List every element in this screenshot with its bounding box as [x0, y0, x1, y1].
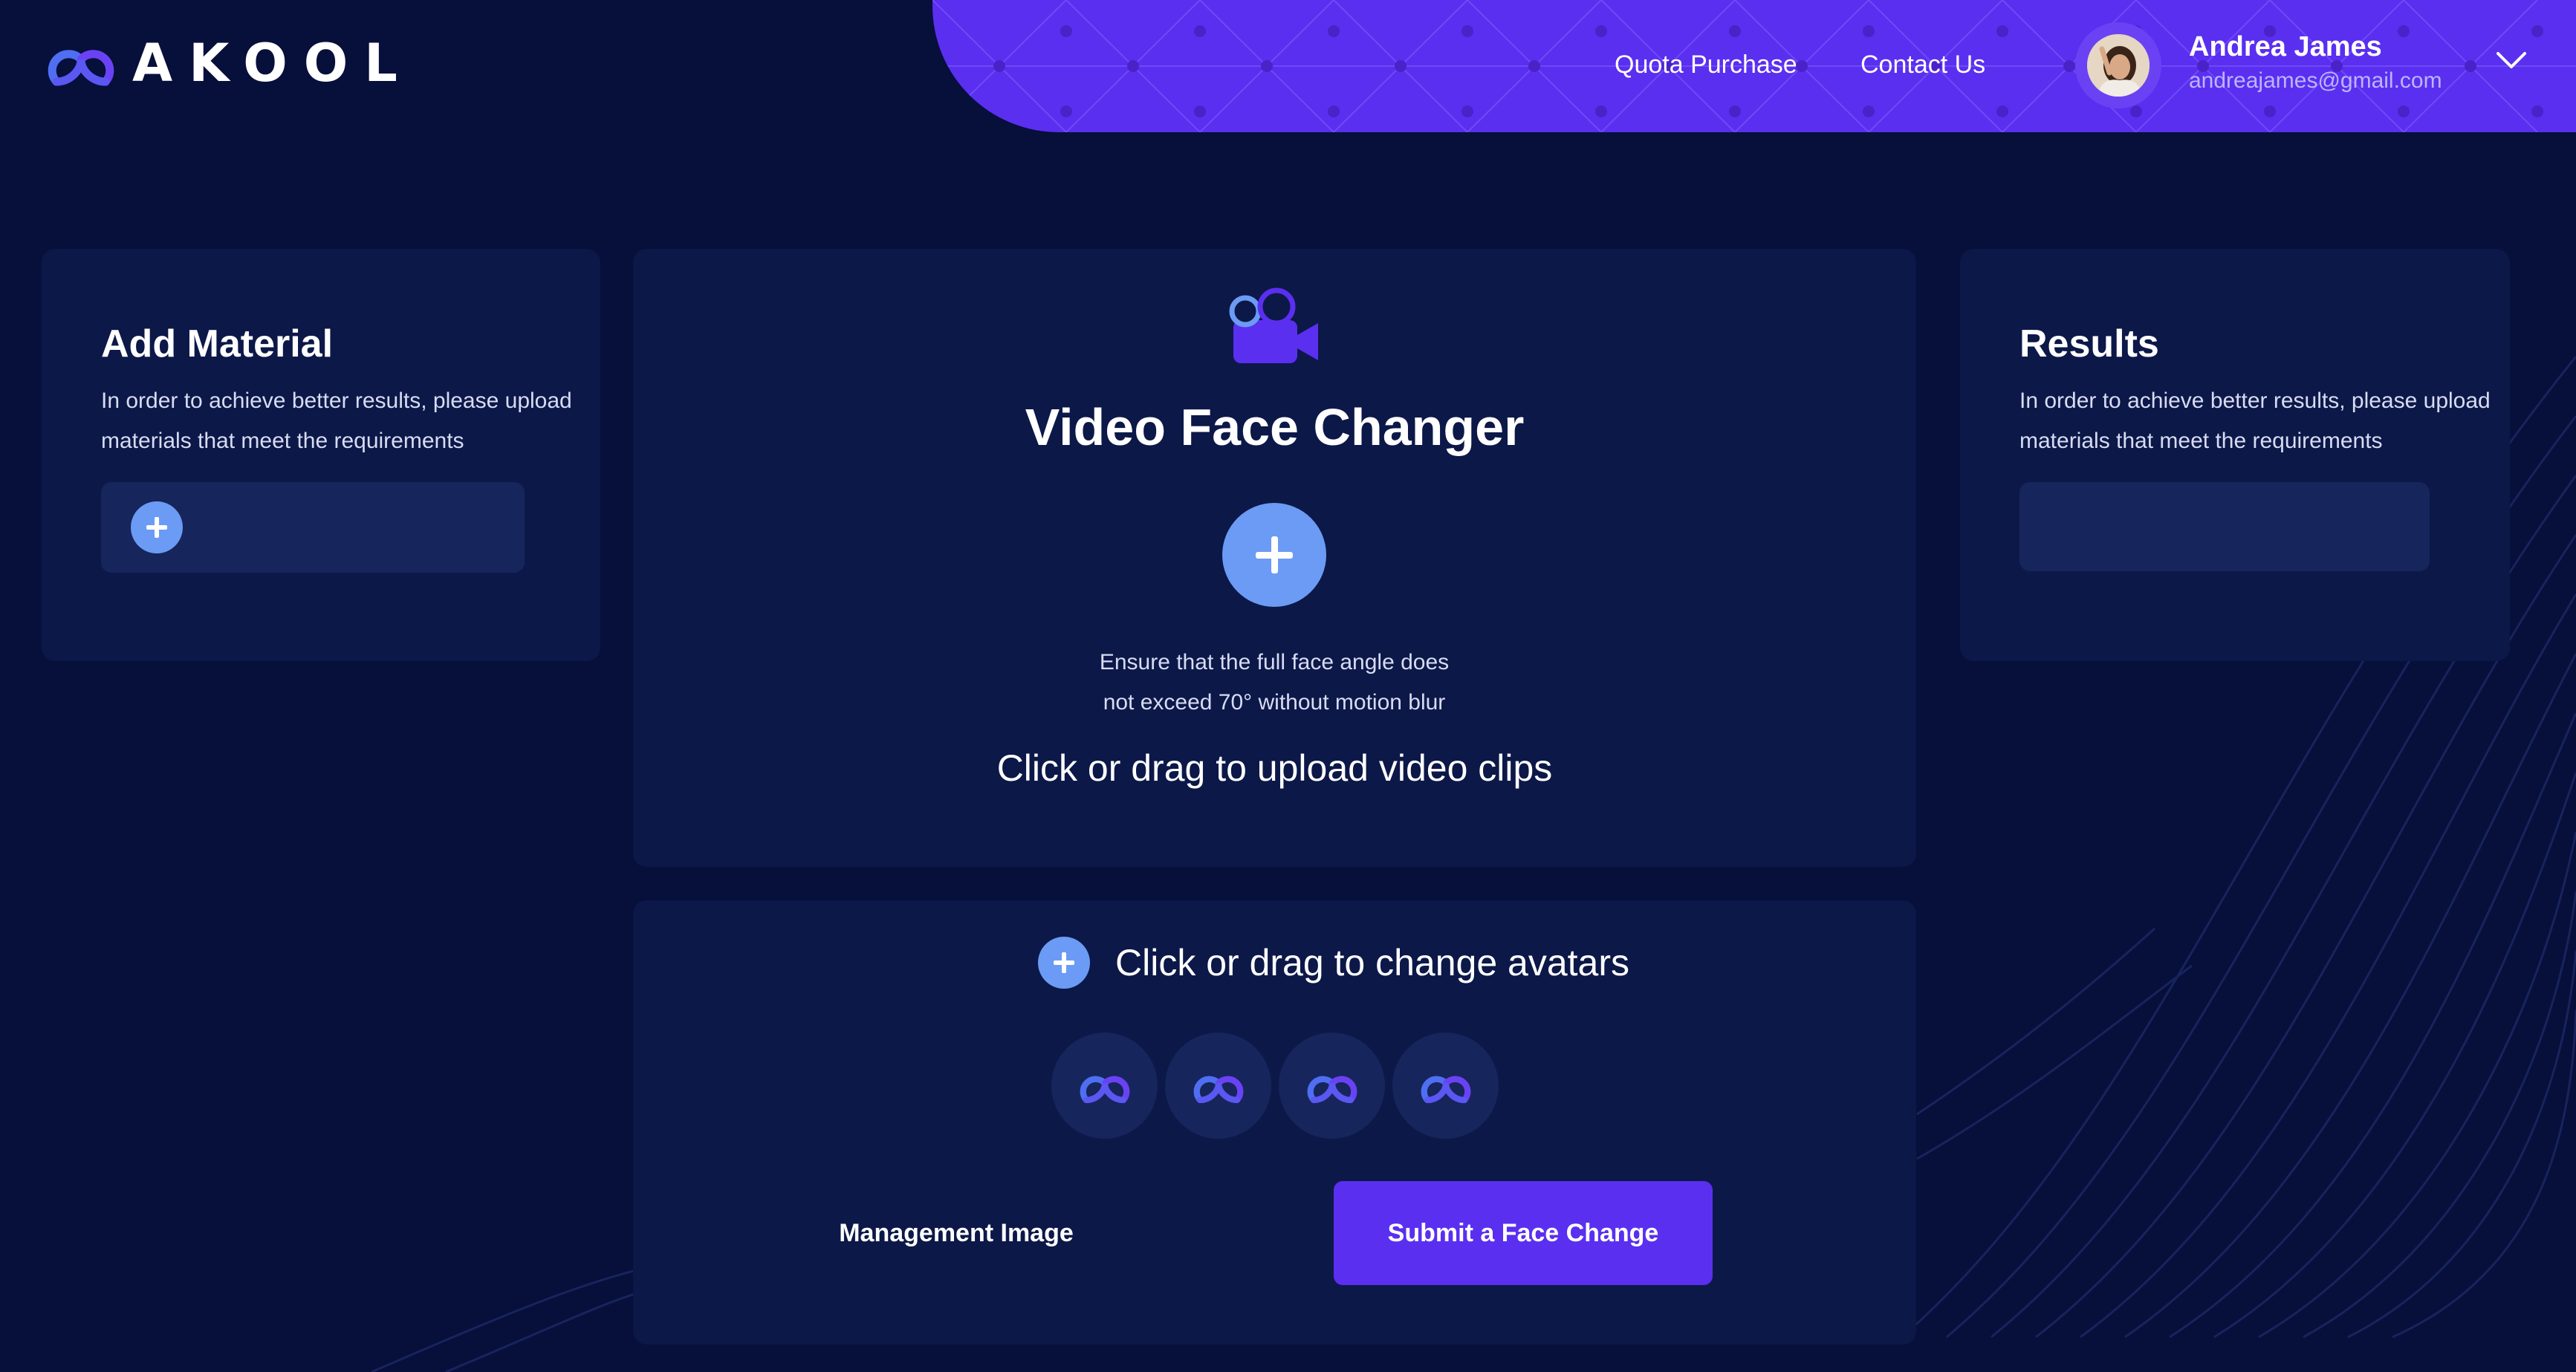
submit-face-change-button[interactable]: Submit a Face Change — [1334, 1181, 1713, 1285]
avatars-panel: Click or drag to change avatars Manageme… — [633, 900, 1916, 1345]
akool-logo-icon — [48, 50, 114, 86]
akool-logo[interactable]: AKOOL — [40, 30, 414, 97]
results-subtitle: In order to achieve better results, plea… — [2019, 388, 2491, 453]
brand-name: AKOOL — [132, 33, 414, 94]
results-title: Results — [2019, 322, 2159, 365]
chevron-down-icon[interactable] — [2495, 49, 2528, 71]
plus-icon[interactable] — [131, 501, 183, 553]
results-box — [2019, 482, 2430, 571]
user-avatar[interactable] — [2087, 34, 2150, 97]
akool-logo-icon — [1307, 1076, 1357, 1103]
video-camera-icon — [1229, 287, 1318, 363]
upload-video-label[interactable]: Click or drag to upload video clips — [633, 747, 1916, 790]
add-material-upload-box[interactable] — [101, 482, 525, 573]
nav-quota-purchase[interactable]: Quota Purchase — [1615, 51, 1797, 79]
avatar-slot-4[interactable] — [1392, 1033, 1499, 1139]
avatar-slot-2[interactable] — [1165, 1033, 1271, 1139]
plus-icon[interactable] — [1038, 937, 1090, 989]
avatar-slots — [1051, 1033, 1499, 1139]
add-material-panel: Add Material In order to achieve better … — [42, 249, 600, 661]
avatar-slot-3[interactable] — [1279, 1033, 1385, 1139]
results-panel: Results In order to achieve better resul… — [1960, 249, 2510, 661]
akool-logo-icon — [1421, 1076, 1470, 1103]
nav-contact-us[interactable]: Contact Us — [1860, 51, 1985, 79]
user-name: Andrea James — [2189, 31, 2382, 62]
user-email: andreajames@gmail.com — [2189, 68, 2442, 93]
video-face-changer-title: Video Face Changer — [1025, 398, 1525, 456]
change-avatars-label: Click or drag to change avatars — [1115, 942, 1630, 984]
akool-logo-icon — [1080, 1076, 1129, 1103]
face-angle-hint: Ensure that the full face angle does not… — [1099, 650, 1450, 715]
add-material-subtitle: In order to achieve better results, plea… — [101, 388, 572, 453]
change-avatars-dropzone[interactable]: Click or drag to change avatars — [1038, 936, 1629, 989]
upload-video-plus-icon[interactable] — [1222, 503, 1326, 607]
akool-logo-icon — [1193, 1076, 1243, 1103]
add-material-title: Add Material — [101, 322, 334, 365]
avatar-slot-1[interactable] — [1051, 1033, 1158, 1139]
user-photo — [2087, 34, 2150, 97]
management-image-button[interactable]: Management Image — [819, 1181, 1094, 1285]
video-face-changer-panel: Video Face Changer Ensure that the full … — [633, 249, 1916, 867]
